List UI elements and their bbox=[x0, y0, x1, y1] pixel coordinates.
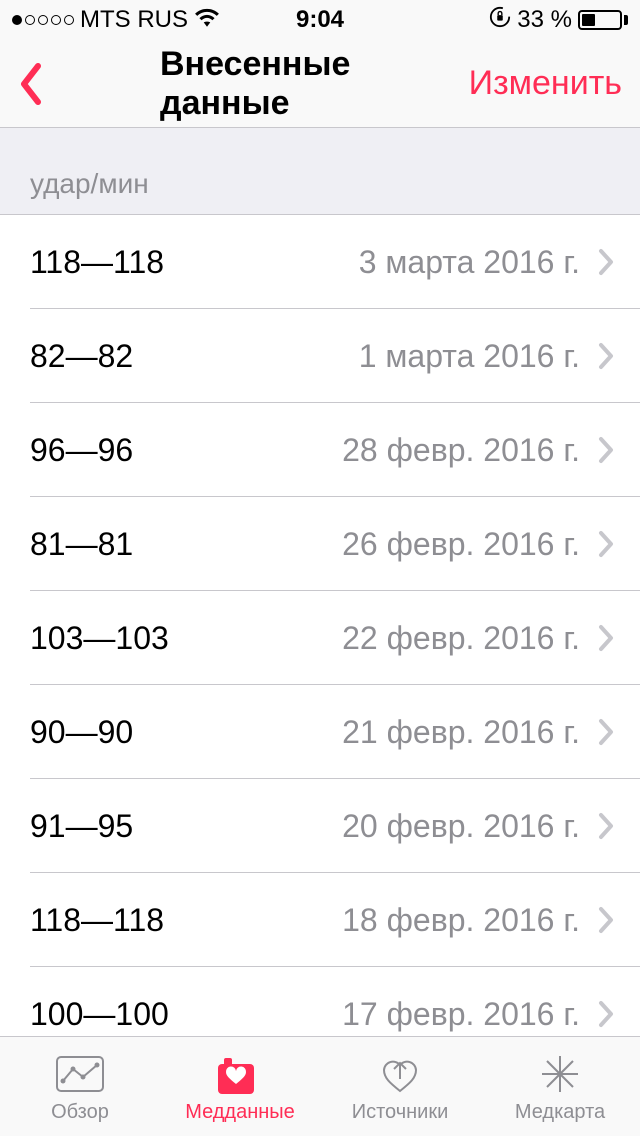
page-title: Внесенные данные bbox=[160, 45, 480, 123]
status-left: MTS RUS bbox=[12, 6, 220, 34]
tab-label: Обзор bbox=[51, 1101, 109, 1124]
date-label: 20 февр. 2016 г. bbox=[342, 808, 592, 845]
tab-health-data[interactable]: Медданные bbox=[160, 1037, 320, 1136]
overview-icon bbox=[55, 1050, 105, 1098]
list-item[interactable]: 91—95 20 февр. 2016 г. bbox=[0, 779, 640, 873]
date-label: 22 февр. 2016 г. bbox=[342, 620, 592, 657]
section-header: удар/мин bbox=[0, 128, 640, 215]
tab-label: Источники bbox=[352, 1101, 449, 1124]
date-label: 17 февр. 2016 г. bbox=[342, 996, 592, 1033]
value-label: 90—90 bbox=[30, 714, 133, 751]
medical-id-icon bbox=[539, 1050, 581, 1098]
value-label: 91—95 bbox=[30, 808, 133, 845]
chevron-right-icon bbox=[592, 530, 640, 558]
tab-overview[interactable]: Обзор bbox=[0, 1037, 160, 1136]
status-bar: MTS RUS 9:04 33 % bbox=[0, 0, 640, 40]
value-label: 82—82 bbox=[30, 338, 133, 375]
carrier-label: MTS RUS bbox=[80, 6, 188, 34]
list-item[interactable]: 118—118 18 февр. 2016 г. bbox=[0, 873, 640, 967]
value-label: 100—100 bbox=[30, 996, 169, 1033]
rotation-lock-icon bbox=[489, 6, 511, 35]
battery-percent: 33 % bbox=[517, 6, 572, 34]
list-item[interactable]: 118—118 3 марта 2016 г. bbox=[0, 215, 640, 309]
value-label: 96—96 bbox=[30, 432, 133, 469]
data-list: 118—118 3 марта 2016 г. 82—82 1 марта 20… bbox=[0, 215, 640, 1061]
chevron-right-icon bbox=[592, 342, 640, 370]
signal-strength-icon bbox=[12, 15, 74, 25]
wifi-icon bbox=[194, 6, 220, 34]
list-item[interactable]: 90—90 21 февр. 2016 г. bbox=[0, 685, 640, 779]
list-item[interactable]: 81—81 26 февр. 2016 г. bbox=[0, 497, 640, 591]
health-data-icon bbox=[218, 1050, 262, 1098]
chevron-right-icon bbox=[592, 624, 640, 652]
tab-label: Медкарта bbox=[515, 1101, 605, 1124]
tab-bar: Обзор Медданные Источники Медкарта bbox=[0, 1036, 640, 1136]
date-label: 26 февр. 2016 г. bbox=[342, 526, 592, 563]
back-button[interactable] bbox=[0, 40, 60, 127]
clock: 9:04 bbox=[296, 6, 344, 34]
value-label: 118—118 bbox=[30, 244, 164, 281]
list-item[interactable]: 96—96 28 февр. 2016 г. bbox=[0, 403, 640, 497]
chevron-right-icon bbox=[592, 1000, 640, 1028]
tab-medical-id[interactable]: Медкарта bbox=[480, 1037, 640, 1136]
value-label: 81—81 bbox=[30, 526, 133, 563]
chevron-right-icon bbox=[592, 906, 640, 934]
chevron-right-icon bbox=[592, 812, 640, 840]
navigation-bar: Внесенные данные Изменить bbox=[0, 40, 640, 128]
chevron-right-icon bbox=[592, 248, 640, 276]
date-label: 18 февр. 2016 г. bbox=[342, 902, 592, 939]
tab-label: Медданные bbox=[185, 1101, 295, 1124]
status-right: 33 % bbox=[489, 6, 628, 35]
date-label: 28 февр. 2016 г. bbox=[342, 432, 592, 469]
value-label: 118—118 bbox=[30, 902, 164, 939]
battery-icon bbox=[578, 10, 628, 30]
tab-sources[interactable]: Источники bbox=[320, 1037, 480, 1136]
sources-icon bbox=[379, 1050, 421, 1098]
chevron-right-icon bbox=[592, 436, 640, 464]
date-label: 21 февр. 2016 г. bbox=[342, 714, 592, 751]
date-label: 3 марта 2016 г. bbox=[359, 244, 592, 281]
list-item[interactable]: 103—103 22 февр. 2016 г. bbox=[0, 591, 640, 685]
date-label: 1 марта 2016 г. bbox=[359, 338, 592, 375]
chevron-right-icon bbox=[592, 718, 640, 746]
chevron-left-icon bbox=[18, 63, 42, 105]
value-label: 103—103 bbox=[30, 620, 169, 657]
list-item[interactable]: 82—82 1 марта 2016 г. bbox=[0, 309, 640, 403]
